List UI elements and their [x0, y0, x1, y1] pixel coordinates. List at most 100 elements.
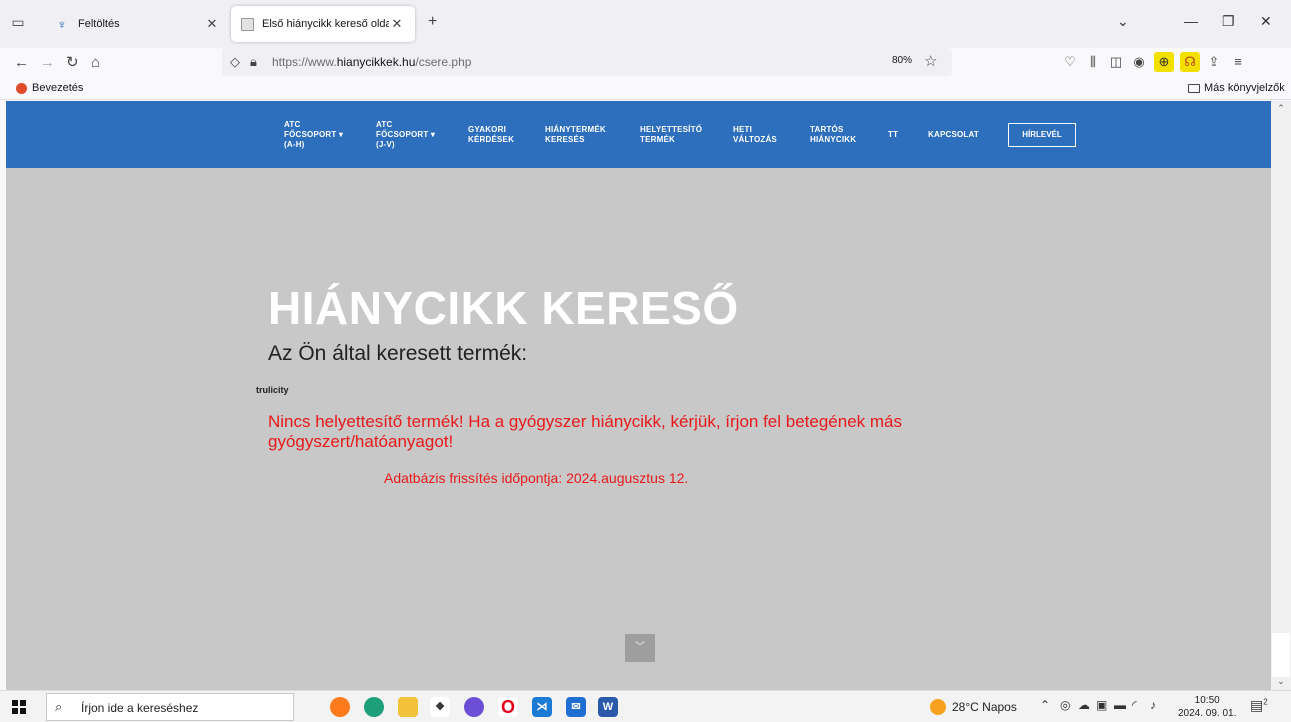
favicon-icon: ♆ [57, 16, 67, 32]
page-subtitle: Az Ön által keresett termék: [268, 342, 528, 365]
account-icon[interactable]: ◉ [1129, 52, 1149, 72]
file-explorer-icon[interactable] [398, 697, 418, 717]
tab-list-icon[interactable]: ▭ [10, 14, 26, 30]
library-icon[interactable]: ⫼ [1083, 52, 1103, 72]
forward-icon[interactable]: → [40, 54, 55, 72]
reload-icon[interactable]: ↻ [66, 54, 79, 72]
bookmark-favicon-icon [16, 82, 27, 94]
scroll-down-icon[interactable]: ⌄ [1271, 676, 1291, 687]
volume-icon[interactable]: ♪ [1150, 698, 1156, 712]
tab-strip: ▭ ♆ Feltöltés ✕ Első hiánycikk kereső ol… [0, 0, 1291, 48]
window-close-icon[interactable]: ✕ [1260, 13, 1272, 29]
extension-headphones-icon[interactable]: ☊ [1180, 52, 1200, 72]
url-text[interactable]: https://www.hianycikkek.hu/csere.php [272, 55, 471, 69]
nav-label-line: VÁLTOZÁS [733, 134, 777, 144]
page-title: HIÁNYCIKK KERESŐ [268, 282, 739, 334]
extension-search-icon[interactable]: ⊕ [1154, 52, 1174, 72]
windows-start-icon[interactable] [12, 700, 26, 714]
nav-label: HIÁNYTERMÉK KERESÉS [545, 125, 606, 145]
menu-icon[interactable]: ≡ [1228, 52, 1248, 72]
nav-label-line: KERESÉS [545, 134, 585, 144]
nav-label: GYAKORI KÉRDÉSEK [468, 125, 514, 145]
zoom-level[interactable]: 80% [892, 55, 912, 66]
nav-shortage-search[interactable]: HIÁNYTERMÉK KERESÉS [545, 101, 606, 168]
nav-weekly-change[interactable]: HETI VÁLTOZÁS [733, 101, 777, 168]
nav-label-line: FŐCSOPORT ▾ [284, 129, 344, 139]
newsletter-button[interactable]: HÍRLEVÉL [1008, 123, 1076, 147]
tray-overflow-icon[interactable]: ⌃ [1040, 698, 1050, 712]
nav-label-line: TARTÓS [810, 124, 844, 134]
nav-label-line: FŐCSOPORT ▾ [376, 129, 436, 139]
nav-label-line: HIÁNYCIKK [810, 134, 857, 144]
nav-label-line: ATC [376, 119, 393, 129]
nav-tt[interactable]: TT [888, 101, 898, 168]
bookmark-bevezetes[interactable]: Bevezetés [16, 82, 83, 94]
nav-label: KAPCSOLAT [928, 130, 979, 140]
home-icon[interactable]: ⌂ [91, 54, 100, 72]
new-tab-icon[interactable]: + [428, 14, 437, 30]
url-bar[interactable]: ◇ 🔒︎ https://www.hianycikkek.hu/csere.ph… [222, 48, 952, 76]
tray-display-icon[interactable]: ▣ [1096, 698, 1107, 712]
page-scrollbar[interactable]: ⌃ ⌄ [1271, 101, 1291, 690]
minimize-icon[interactable]: — [1184, 13, 1198, 29]
nav-label: HETI VÁLTOZÁS [733, 125, 777, 145]
nav-label-line: HIÁNYTERMÉK [545, 124, 606, 134]
bookmark-other-folder[interactable]: Más könyvjelzők [1188, 82, 1285, 94]
nav-label-line: TT [888, 129, 899, 139]
tray-app-icon[interactable]: ◎ [1060, 698, 1070, 712]
taskbar-search-input[interactable]: ⌕ Írjon ide a kereséshez [46, 693, 294, 721]
battery-icon[interactable]: ▬ [1114, 698, 1126, 712]
tab-overflow-chevron-icon[interactable]: ⌄ [1117, 13, 1129, 29]
nav-label: ATC FŐCSOPORT ▾ (J-V) [376, 120, 435, 150]
cloud-icon[interactable]: ☁ [1078, 698, 1090, 712]
pocket-icon[interactable]: ♡ [1060, 52, 1080, 72]
nav-label-line: KÉRDÉSEK [468, 134, 515, 144]
word-icon[interactable]: W [598, 697, 618, 717]
restore-icon[interactable]: ❐ [1222, 13, 1235, 29]
nav-faq[interactable]: GYAKORI KÉRDÉSEK [468, 101, 514, 168]
tab-active-page[interactable]: Első hiánycikk kereső oldal ✕ [231, 6, 415, 42]
nav-label-line: KAPCSOLAT [928, 129, 979, 139]
nav-long-term-shortage[interactable]: TARTÓS HIÁNYCIKK [810, 101, 856, 168]
tab-feltoltes[interactable]: ♆ Feltöltés ✕ [44, 6, 230, 42]
searched-product: trulicity [256, 385, 289, 395]
shield-icon[interactable]: ◇ [230, 54, 240, 70]
bookmarks-bar: Bevezetés Más könyvjelzők [0, 78, 1291, 100]
bookmark-star-icon[interactable]: ☆ [924, 52, 937, 70]
chevron-down-icon: ﹀ [635, 642, 645, 653]
scroll-thumb[interactable] [1272, 633, 1290, 677]
nav-label-line: (J-V) [376, 139, 395, 149]
sidebar-icon[interactable]: ◫ [1106, 52, 1126, 72]
favicon-icon [241, 17, 254, 31]
wifi-icon[interactable]: ◜ [1132, 698, 1137, 712]
firefox-icon[interactable] [330, 697, 350, 717]
notification-icon[interactable]: ▤2 [1250, 697, 1268, 714]
share-icon[interactable]: ⇪ [1204, 52, 1224, 72]
vscode-icon[interactable]: ⋊ [532, 697, 552, 717]
tab-close-icon[interactable]: ✕ [389, 16, 405, 32]
dropbox-icon[interactable]: ❖ [430, 697, 450, 717]
opera-icon[interactable]: O [498, 697, 518, 717]
nav-label: HELYETTESÍTŐ TERMÉK [640, 125, 702, 145]
nav-label-line: (A-H) [284, 139, 305, 149]
nav-contact[interactable]: KAPCSOLAT [928, 101, 979, 168]
taskbar-clock[interactable]: 10:50 2024. 09. 01. [1178, 694, 1236, 720]
nav-label: TT [888, 130, 898, 140]
windows-taskbar: ⌕ Írjon ide a kereséshez ❖ O ⋊ ✉ W 28°C … [0, 690, 1291, 722]
lock-icon[interactable]: 🔒︎ [250, 54, 257, 70]
nav-atc-j-v[interactable]: ATC FŐCSOPORT ▾ (J-V) [376, 101, 435, 168]
scroll-up-icon[interactable]: ⌃ [1271, 103, 1291, 114]
nav-atc-a-h[interactable]: ATC FŐCSOPORT ▾ (A-H) [284, 101, 343, 168]
weather-widget[interactable]: 28°C Napos [930, 699, 1017, 715]
tab-close-icon[interactable]: ✕ [204, 16, 220, 32]
scroll-down-button[interactable]: ﹀ [625, 634, 655, 662]
nav-label-line: ATC [284, 119, 301, 129]
nav-substitute-product[interactable]: HELYETTESÍTŐ TERMÉK [640, 101, 702, 168]
edge-icon[interactable] [364, 697, 384, 717]
no-substitute-warning: Nincs helyettesítő termék! Ha a gyógysze… [268, 412, 903, 451]
app-icon[interactable] [464, 697, 484, 717]
back-icon[interactable]: ← [14, 54, 29, 72]
nav-label: ATC FŐCSOPORT ▾ (A-H) [284, 120, 343, 150]
site-navigation: ATC FŐCSOPORT ▾ (A-H) ATC FŐCSOPORT ▾ (J-V) … [6, 101, 1271, 168]
mail-icon[interactable]: ✉ [566, 697, 586, 717]
